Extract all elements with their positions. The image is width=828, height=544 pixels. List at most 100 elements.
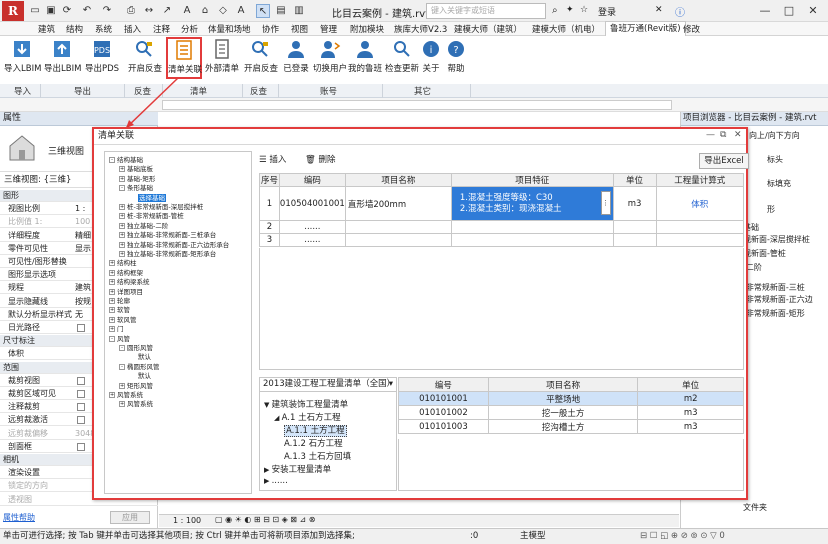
tab-view[interactable]: 视图 [291, 23, 308, 35]
tree-node[interactable]: + 桩-非常规新面-管桩 [119, 212, 184, 220]
expand-icon[interactable]: + [109, 316, 115, 323]
tree-node[interactable]: + 独立基础-非常规新面-矩形承台 [119, 250, 216, 258]
browser-item[interactable]: 观新面-管桩 [743, 248, 786, 259]
options-field[interactable] [162, 100, 672, 110]
property-value[interactable]: 建筑 [75, 282, 93, 293]
property-checkbox[interactable] [77, 324, 85, 332]
tab-architecture[interactable]: 建筑 [38, 23, 55, 35]
expand-icon[interactable]: + [119, 241, 125, 248]
sync-icon[interactable]: ⟳ [60, 4, 74, 18]
check-update-button[interactable]: 检查更新 [384, 38, 420, 78]
property-value[interactable]: 无 [75, 309, 93, 320]
tree-node[interactable]: + 结构柱 [109, 259, 137, 267]
bill-association-button[interactable]: 清单关联 [166, 37, 202, 79]
open-icon[interactable]: ▭ [28, 4, 42, 18]
export-pds-button[interactable]: PDS 导出PDS [84, 38, 120, 78]
library-tree-node[interactable]: A.1.2 石方工程 [284, 437, 343, 449]
save-icon[interactable]: ▣ [44, 4, 58, 18]
property-checkbox[interactable] [77, 376, 85, 385]
browser-item[interactable]: -非常规新面-矩形 [743, 308, 805, 319]
section-icon[interactable]: ◇ [216, 4, 230, 18]
tab-luban[interactable]: 鲁班万通(Revit版) [605, 21, 686, 36]
tree-node[interactable]: - 椭圆形风管 [119, 363, 160, 371]
property-value[interactable]: 1 : [75, 203, 93, 214]
expand-icon[interactable]: + [109, 279, 115, 286]
binoculars-icon[interactable]: ⌕ [552, 5, 558, 16]
collapse-icon[interactable]: - [109, 157, 115, 163]
tree-node[interactable]: + 风管系统 [119, 400, 153, 408]
view-tools-icon[interactable]: ▢ ◉ ☀ ◐ ⊞ ⊟ ⊡ ◈ ⊠ ⊿ ⊗ [215, 515, 316, 524]
measure-icon[interactable]: ↔ [142, 4, 156, 18]
tree-node[interactable]: + 基础底板 [119, 165, 153, 173]
tree-node[interactable]: + 门 [109, 325, 124, 333]
logged-in-button[interactable]: 已登录 [282, 38, 310, 78]
library-tree-node[interactable]: ▶ 安装工程量清单 [264, 463, 331, 475]
export-lbim-button[interactable]: 导出LBIM [44, 38, 81, 78]
tree-node[interactable]: + 独立基础-二阶 [119, 222, 168, 230]
sign-in-link[interactable]: 登录 [598, 5, 616, 18]
property-checkbox[interactable] [77, 390, 85, 398]
property-value[interactable]: 显示 [75, 243, 93, 254]
table-row[interactable]: 3 ...... [259, 233, 745, 247]
expand-icon[interactable]: + [109, 307, 115, 314]
undo-icon[interactable]: ↶ [80, 4, 94, 18]
tree-node[interactable]: + 软管 [109, 306, 130, 314]
insert-button[interactable]: ☰ 插入 [259, 153, 286, 165]
tree-node[interactable]: + 矩形风管 [119, 382, 153, 390]
tree-node[interactable]: + 桩-非常规新面-深层搅拌桩 [119, 203, 203, 211]
tree-arrow-icon[interactable]: ▼ [264, 401, 272, 409]
expand-icon[interactable]: + [119, 232, 125, 239]
collapse-icon[interactable]: - [119, 185, 125, 192]
tab-annotate[interactable]: 注释 [153, 23, 170, 35]
library-tree-node[interactable]: A.1.1 土方工程 [284, 424, 347, 437]
modify-icon[interactable]: ↖ [256, 4, 270, 18]
status-icons[interactable]: ⊟ ☐ ◱ ⊕ ⊘ ⊚ ⊙ ▽ 0 [640, 529, 725, 544]
tab-insert[interactable]: 插入 [124, 23, 141, 35]
tab-modify[interactable]: 修改 [683, 23, 700, 35]
library-dropdown[interactable]: 2013建设工程工程量清单（全国） ▾ [260, 378, 396, 392]
tree-node[interactable]: - 条形基础 [119, 184, 153, 192]
tab-systems[interactable]: 系统 [95, 23, 112, 35]
tag-icon[interactable]: A [180, 4, 194, 18]
switch-user-button[interactable]: 切换用户 [312, 38, 348, 78]
model-label[interactable]: 主模型 [520, 529, 546, 544]
expand-icon[interactable]: + [109, 260, 115, 267]
tab-structure[interactable]: 结构 [66, 23, 83, 35]
collapse-icon[interactable]: - [119, 363, 125, 370]
library-tree-node[interactable]: A.1.3 土石方回填 [284, 450, 351, 462]
property-value[interactable]: 精细 [75, 230, 93, 241]
expand-icon[interactable]: + [109, 326, 115, 333]
property-value[interactable]: 按规 [75, 296, 93, 307]
tree-node[interactable]: 选择基础 [129, 193, 166, 202]
browser-item[interactable]: 标填充 [767, 178, 791, 189]
tree-node[interactable]: + 轮廓 [109, 297, 130, 305]
dialog-minimize-icon[interactable]: — [706, 130, 715, 140]
3d-view-icon[interactable]: ⌂ [198, 4, 212, 18]
dialog-restore-icon[interactable]: ⧉ [720, 130, 726, 140]
reverse-lookup-button-2[interactable]: 开启反查 [244, 38, 278, 78]
tab-massing[interactable]: 体量和场地 [208, 23, 251, 35]
feature-cell[interactable]: 1.混凝土强度等级：C30 2.混凝土类别：现浇混凝土 ⋮ [450, 186, 614, 221]
close-hidden-icon[interactable]: ▥ [292, 4, 306, 18]
maximize-button[interactable]: □ [778, 0, 800, 21]
close-button[interactable]: ✕ [802, 0, 824, 21]
print-icon[interactable]: ⎙ [124, 4, 138, 18]
formula-link[interactable]: 体积 [655, 186, 745, 221]
search-input[interactable]: 键入关键字或短语 [426, 3, 546, 19]
property-value[interactable]: 3048 [75, 428, 93, 439]
expand-icon[interactable]: + [119, 382, 125, 389]
tree-arrow-icon[interactable]: ▶ [264, 466, 272, 474]
minimize-button[interactable]: — [754, 0, 776, 21]
browser-item[interactable]: 标头 [767, 154, 783, 165]
tree-node[interactable]: + 结构框架 [109, 269, 143, 277]
browser-item[interactable]: 观新面-深层搅拌桩 [743, 234, 810, 245]
tree-node[interactable]: + 风管系统 [109, 391, 143, 399]
library-tree-node[interactable]: ▶ ...... [264, 476, 288, 486]
ellipsis-button[interactable]: ⋮ [600, 191, 611, 215]
scale-label[interactable]: 1 : 100 [173, 516, 201, 525]
tab-addins[interactable]: 附加模块 [350, 23, 384, 35]
my-luban-button[interactable]: 我的鲁班 [347, 38, 383, 78]
tab-modeling-arch[interactable]: 建模大师（建筑） [454, 23, 522, 35]
property-checkbox[interactable] [77, 416, 85, 425]
export-excel-button[interactable]: 导出Excel [699, 153, 749, 169]
